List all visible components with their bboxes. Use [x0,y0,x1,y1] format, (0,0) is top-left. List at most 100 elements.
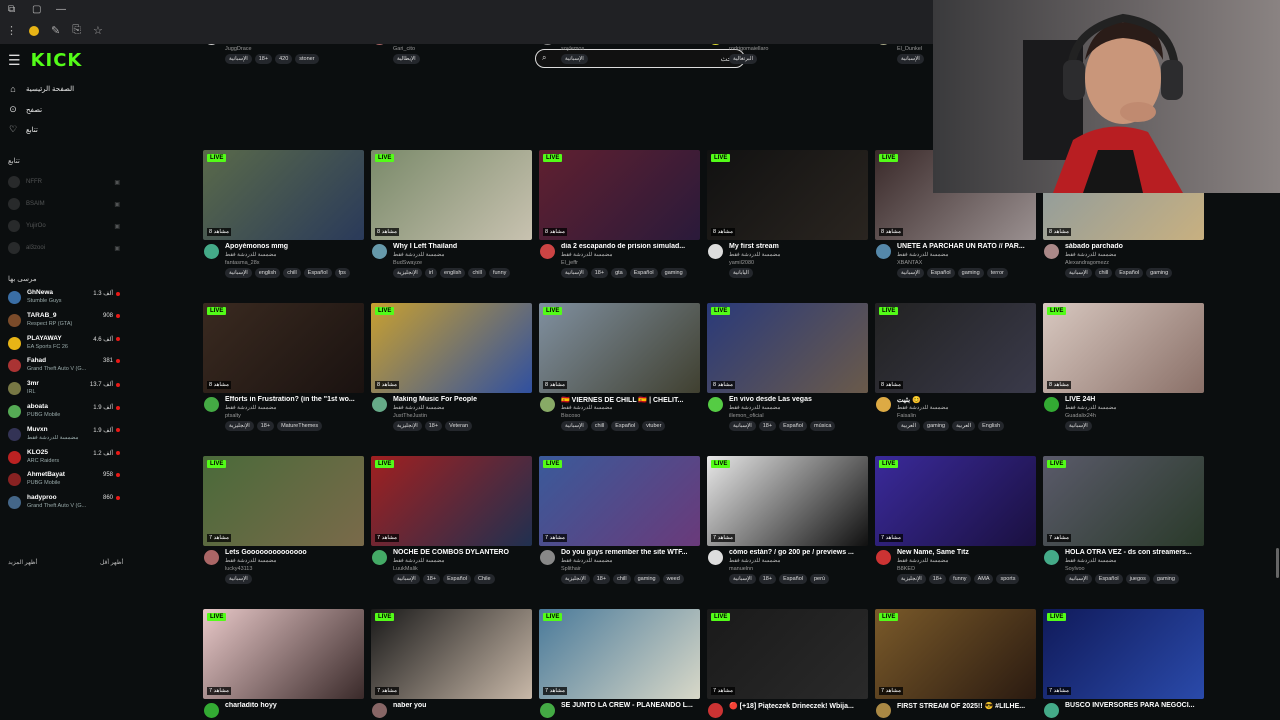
tag[interactable]: gta [611,268,627,278]
tag[interactable]: irl [424,268,438,278]
streamer-name[interactable]: yamil2080 [729,260,754,266]
nav-item-2[interactable]: ♡ تتابع [8,124,38,135]
stream-category[interactable]: مضمسة للدردشة فقط [1065,558,1117,564]
stream-category[interactable]: مضمسة للدردشة فقط [897,252,949,258]
stream-category[interactable]: مضمسة للدردشة فقط [729,405,781,411]
minimize-icon[interactable]: — [56,4,66,15]
tag[interactable]: 18+ [590,268,609,278]
streamer-avatar[interactable] [708,244,723,259]
tag[interactable]: Español [443,574,471,584]
tag[interactable]: 18+ [256,421,275,431]
streamer-avatar[interactable] [876,550,891,565]
stream-thumbnail[interactable]: LIVE 7 مشاهد [539,456,700,546]
tag[interactable]: AMA [973,574,994,584]
streamer-avatar[interactable] [204,244,219,259]
stream-card[interactable]: LIVE 7 مشاهد Lets Goooooooooooooo مضمسة للد… [203,456,364,596]
star-icon[interactable]: ☆ [93,24,103,37]
streamer-avatar[interactable] [708,397,723,412]
stream-card[interactable]: LIVE 8 مشاهد LIVE 24H مضمسة للدردشة فقط Guad… [1043,303,1204,443]
tag[interactable]: البرتغالية [729,54,758,64]
recommended-item[interactable]: aboata PUBG Mobile 1.9 ألف [8,402,120,424]
recommended-item[interactable]: Fahad Grand Theft Auto V (G... 381 [8,356,120,378]
stream-thumbnail[interactable]: LIVE 8 مشاهد [203,150,364,240]
stream-title[interactable]: Do you guys remember the site WTF... [561,549,699,556]
following-item[interactable]: al3zooi ▣ [8,242,120,254]
puzzle-icon[interactable]: ✎ [51,24,60,37]
stream-card[interactable]: LIVE 7 مشاهد HOLA OTRA VEZ - ds con stream… [1043,456,1204,596]
recommended-item[interactable]: Muvxn مضمسة للدردشة فقط 1.9 ألف [8,425,120,447]
tag[interactable]: الإسبانية [729,574,756,584]
stream-title[interactable]: SE JUNTO LA CREW - PLANEANDO L... [561,702,699,709]
stream-category[interactable]: مضمسة للدردشة فقط [393,558,445,564]
tag[interactable]: الإنجليزية [393,421,422,431]
streamer-avatar[interactable] [540,244,555,259]
streamer-avatar[interactable] [876,397,891,412]
streamer-avatar[interactable] [372,44,387,45]
streamer-avatar[interactable] [876,244,891,259]
tag[interactable]: 420 [275,54,293,64]
tag[interactable]: 18+ [758,421,777,431]
stream-category[interactable]: مضمسة للدردشة فقط [1065,252,1117,258]
tag[interactable]: chill [1094,268,1113,278]
tag[interactable]: الإسبانية [897,54,924,64]
scrollbar-thumb[interactable] [1276,548,1279,578]
stream-thumbnail[interactable]: LIVE 8 مشاهد [539,303,700,393]
stream-title[interactable]: charladito hoyy [225,702,363,709]
tag[interactable]: الإنجليزية [225,421,254,431]
stream-card[interactable]: LIVE 7 مشاهد FIRST STREAM OF 2025!! 😎 #LIL… [875,609,1036,720]
streamer-avatar[interactable] [540,550,555,565]
stream-thumbnail[interactable]: LIVE 7 مشاهد [707,456,868,546]
tag[interactable]: Chile [473,574,495,584]
stream-category[interactable]: مضمسة للدردشة فقط [729,558,781,564]
window-icon[interactable]: ▢ [32,4,41,15]
recommended-item[interactable]: GhNewa Stumble Guys 1.3 ألف [8,288,120,310]
stream-title[interactable]: 🇪🇸 VIERNES DE CHILL 🇪🇸 | CHELIT... [561,396,699,404]
tag[interactable]: gaming [957,268,984,278]
streamer-avatar[interactable] [708,550,723,565]
streamer-avatar[interactable] [708,44,723,45]
tag[interactable]: vtuber [642,421,666,431]
tag[interactable]: الإسبانية [225,54,252,64]
stream-thumbnail[interactable]: LIVE 8 مشاهد [707,150,868,240]
tag[interactable]: الإسبانية [1065,574,1092,584]
stream-thumbnail[interactable]: LIVE 8 مشاهد [371,303,532,393]
streamer-name[interactable]: soylemos [561,46,584,52]
stream-category[interactable]: مضمسة للدردشة فقط [897,558,949,564]
tag[interactable]: Español [779,574,807,584]
streamer-avatar[interactable] [540,703,555,718]
tag[interactable]: الإنجليزية [561,574,590,584]
stream-title[interactable]: New Name, Same Titz [897,549,1035,556]
tag[interactable]: الإسبانية [561,268,588,278]
recommended-item[interactable]: hadyproo Grand Theft Auto V (G... 860 [8,493,120,515]
tag[interactable]: weed [662,574,684,584]
streamer-name[interactable]: El_jeffr [561,260,578,266]
stream-category[interactable]: مضمسة للدردشة فقط [225,558,277,564]
stream-title[interactable]: HOLA OTRA VEZ - ds con streamers... [1065,549,1203,556]
streamer-name[interactable]: illemon_oficial [729,413,764,419]
tag[interactable]: gaming [633,574,660,584]
stream-thumbnail[interactable]: LIVE 7 مشاهد [875,456,1036,546]
tag[interactable]: chill [283,268,301,278]
tag[interactable]: الإسبانية [561,421,588,431]
streamer-name[interactable]: rodrigomaiellaro [729,46,768,52]
tag[interactable]: Veteran [445,421,473,431]
tag[interactable]: Español [303,268,332,278]
streamer-avatar[interactable] [540,397,555,412]
streamer-avatar[interactable] [204,44,219,45]
tag[interactable]: música [809,421,836,431]
stream-title[interactable]: BUSCO INVERSORES PARA NEGOCI... [1065,702,1203,709]
streamer-avatar[interactable] [204,550,219,565]
stream-title[interactable]: My first stream [729,243,867,250]
menu-icon[interactable]: ⧉ [8,4,15,15]
tag[interactable]: gaming [923,421,950,431]
following-item[interactable]: BSAIM ▣ [8,198,120,210]
tag[interactable]: Español [779,421,807,431]
tag[interactable]: 18+ [592,574,611,584]
tag[interactable]: 18+ [254,54,273,64]
streamer-name[interactable]: Splithair [561,566,581,572]
tag[interactable]: الإسبانية [225,268,252,278]
stream-card[interactable]: LIVE 7 مشاهد naber you [371,609,532,720]
hamburger-icon[interactable]: ☰ [8,52,21,69]
tag[interactable]: MatureThemes [277,421,323,431]
stream-card[interactable]: 8 مشاهدLabubu / Vbuck !giveaway :) !give… [203,44,364,76]
